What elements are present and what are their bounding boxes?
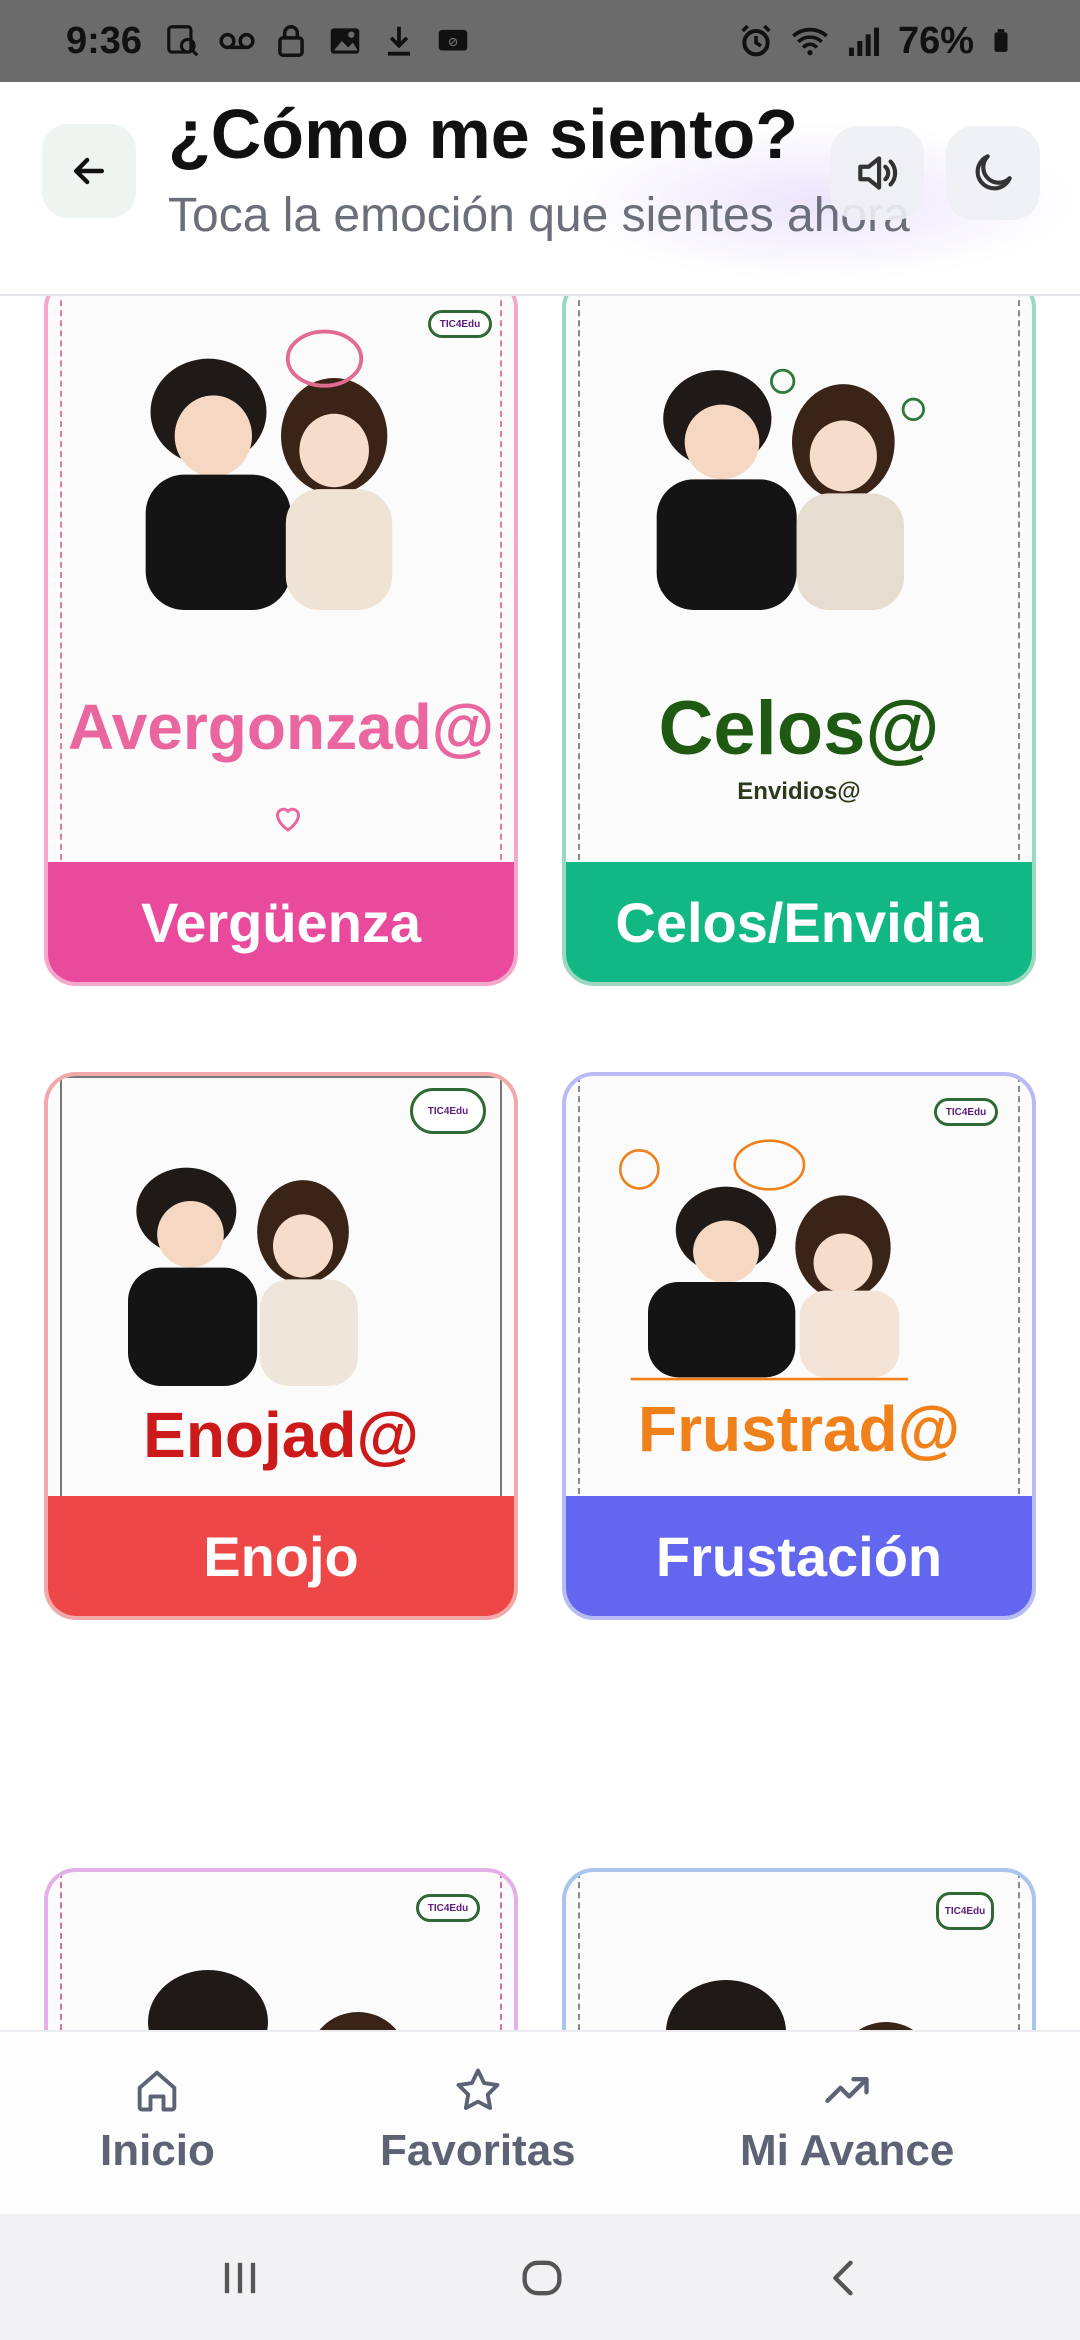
emotion-label: Celos/Envidia	[566, 862, 1032, 982]
back-button[interactable]	[42, 124, 136, 218]
bottom-navigation: Inicio Favoritas Mi Avance	[0, 2030, 1080, 2214]
couple-illustration	[148, 1970, 397, 2030]
emotion-card-partial-right[interactable]: TIC4Edu	[562, 1868, 1036, 2030]
battery-icon	[994, 29, 1008, 52]
battery-percent: 76%	[897, 19, 974, 62]
speaker-icon	[858, 156, 898, 190]
alarm-icon	[741, 24, 771, 57]
brand-logo: TIC4Edu	[934, 1098, 998, 1126]
svg-text:⊘: ⊘	[448, 34, 459, 49]
couple-angry-illustration	[127, 1167, 358, 1386]
nav-favoritas[interactable]: Favoritas	[380, 2064, 576, 2176]
image-icon	[330, 28, 360, 54]
wifi-icon	[792, 27, 828, 56]
heart-icon	[275, 807, 301, 832]
emotion-label: Enojo	[48, 1496, 514, 1616]
back-nav-icon[interactable]	[818, 2252, 870, 2304]
couple-embarrassed-illustration	[145, 329, 393, 610]
status-bar: 9:36 ⊘ 76%	[0, 0, 1080, 82]
voicemail-icon	[219, 32, 255, 50]
nav-label: Favoritas	[380, 2126, 576, 2175]
lock-icon	[278, 25, 304, 57]
emotion-word: Avergonzad@	[67, 691, 495, 763]
brand-logo: TIC4Edu	[416, 1894, 480, 1922]
clock: 9:36	[66, 19, 143, 62]
emotion-grid: TIC4Edu Avergonzad@ Vergüenza Celos@ Env…	[0, 296, 1080, 2030]
home-icon	[138, 2070, 177, 2112]
page-title: ¿Cómo me siento?	[168, 95, 799, 173]
couple-illustration	[666, 1980, 914, 2030]
brand-logo: TIC4Edu	[410, 1088, 486, 1134]
emotion-card-partial-left[interactable]: TIC4Edu	[44, 1868, 518, 2030]
emotion-word: Frustrad@	[638, 1393, 960, 1465]
page-subtitle: Toca la emoción que sientes ahora	[168, 189, 910, 242]
emotion-card-celos[interactable]: Celos@ Envidios@ Celos/Envidia	[562, 296, 1036, 986]
screenshot-search-icon	[167, 25, 199, 57]
system-navigation-bar	[0, 2214, 1080, 2340]
page-header: ¿Cómo me siento? Toca la emoción que sie…	[0, 82, 1080, 296]
couple-jealous-illustration	[656, 368, 925, 610]
nav-inicio[interactable]: Inicio	[100, 2064, 215, 2176]
trending-up-icon	[825, 2077, 869, 2103]
emotion-word: Celos@	[658, 686, 940, 771]
sound-button[interactable]	[830, 126, 924, 220]
emotion-label: Frustación	[566, 1496, 1032, 1616]
emotion-word: Enojad@	[143, 1399, 419, 1471]
signal-icon	[848, 27, 879, 56]
cast-icon: ⊘	[438, 29, 468, 51]
brand-logo: TIC4Edu	[936, 1892, 994, 1930]
emotion-label: Vergüenza	[48, 862, 514, 982]
arrow-left-icon	[73, 157, 105, 185]
theme-toggle-button[interactable]	[946, 126, 1040, 220]
nav-label: Mi Avance	[740, 2126, 955, 2175]
emotion-card-frustacion[interactable]: TIC4Edu Frustrad@ Frustación	[562, 1072, 1036, 1620]
emotion-subword: Envidios@	[737, 778, 861, 805]
nav-label: Inicio	[100, 2126, 215, 2175]
recent-apps-icon[interactable]	[214, 2252, 266, 2304]
emotion-card-enojo[interactable]: TIC4Edu Enojad@ Enojo	[44, 1072, 518, 1620]
star-icon	[456, 2068, 500, 2110]
home-button-icon[interactable]	[516, 2252, 568, 2304]
emotion-card-verguenza[interactable]: TIC4Edu Avergonzad@ Vergüenza	[44, 296, 518, 986]
couple-frustrated-illustration	[618, 1139, 908, 1381]
moon-icon	[975, 154, 1012, 191]
nav-mi-avance[interactable]: Mi Avance	[740, 2064, 954, 2176]
download-icon	[387, 26, 411, 56]
